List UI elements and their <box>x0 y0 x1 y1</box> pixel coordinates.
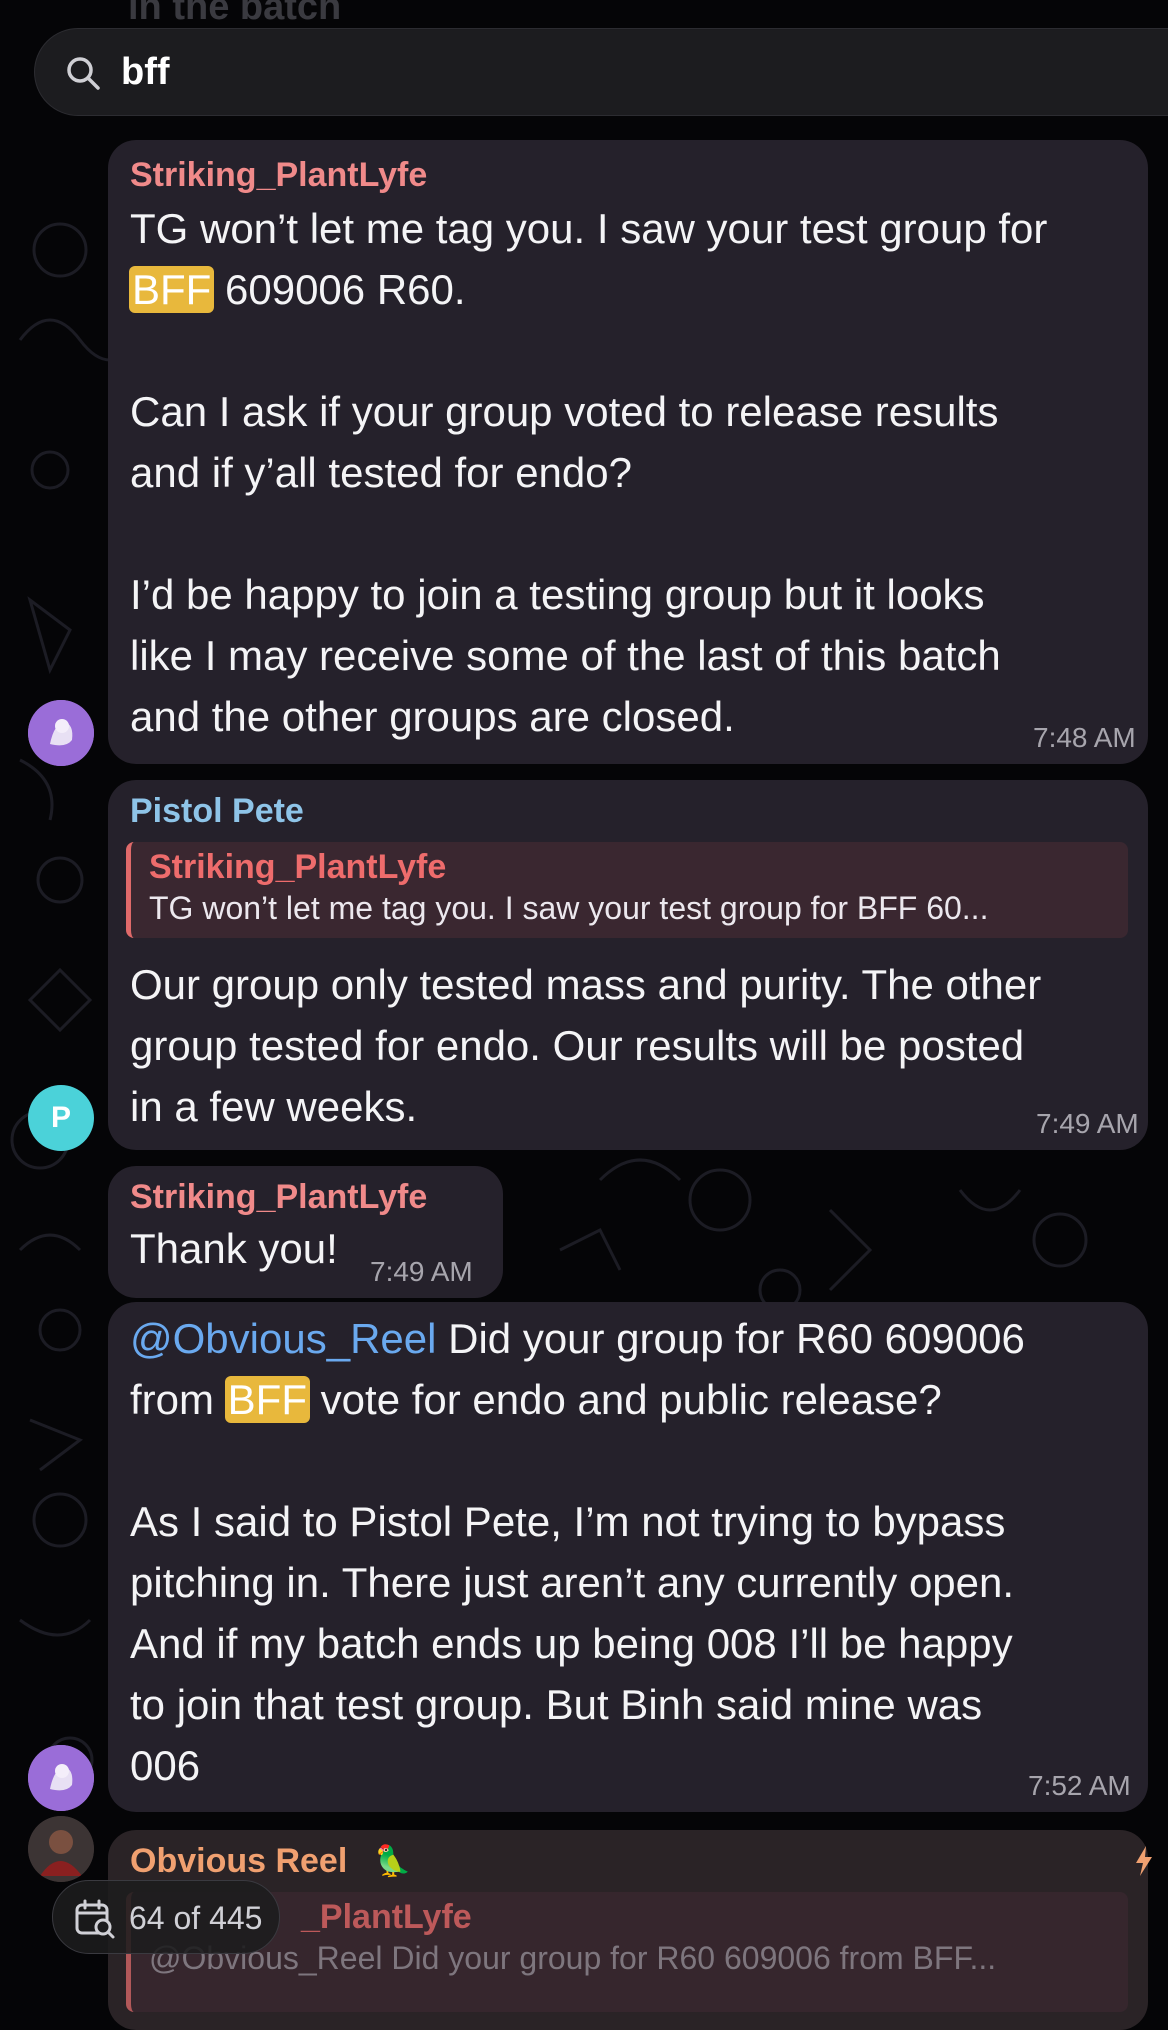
message-time: 7:48 AM <box>1033 722 1136 753</box>
message-line: Thank you! <box>130 1225 338 1272</box>
calendar-search-icon <box>75 1899 115 1939</box>
message-bubble[interactable]: Pistol Pete Striking_PlantLyfe TG won’t … <box>108 780 1148 1150</box>
message-line: Our group only tested mass and purity. T… <box>130 961 1042 1008</box>
message-line: and if y’all tested for endo? <box>130 449 632 496</box>
message-time: 7:52 AM <box>1028 1770 1131 1801</box>
reply-quote[interactable]: Striking_PlantLyfe TG won’t let me tag y… <box>126 842 1128 938</box>
message-sender[interactable]: Striking_PlantLyfe <box>130 156 427 195</box>
reply-sender: _PlantLyfe <box>301 1898 472 1936</box>
emoji-status-icon: 🦜 <box>374 1845 412 1878</box>
message-sender[interactable]: Obvious Reel <box>130 1842 347 1881</box>
message-line: And if my batch ends up being 008 I’ll b… <box>130 1620 1013 1667</box>
reply-sender: Striking_PlantLyfe <box>149 848 447 886</box>
previous-message-fragment: in the batch <box>128 0 342 28</box>
reply-text: TG won’t let me tag you. I saw your test… <box>149 890 989 926</box>
avatar-image-icon <box>28 1816 94 1882</box>
message-line: pitching in. There just aren’t any curre… <box>130 1559 1015 1606</box>
search-result-counter[interactable]: 64 of 445 <box>52 1880 280 1954</box>
search-highlight: BFF <box>224 1376 310 1423</box>
result-count-label: 64 of 445 <box>129 1900 263 1936</box>
message-line: 006 <box>130 1742 201 1789</box>
message-bubble[interactable]: Striking_PlantLyfe Thank you! 7:49 AM <box>108 1166 503 1298</box>
search-input[interactable]: bff <box>121 51 170 94</box>
message-line: Can I ask if your group voted to release… <box>130 388 999 435</box>
message-line: I’d be happy to join a testing group but… <box>130 571 985 618</box>
search-bar[interactable]: bff <box>34 28 1168 116</box>
message-line: As I said to Pistol Pete, I’m not trying… <box>130 1498 1006 1545</box>
lightning-icon <box>1136 1846 1152 1876</box>
message-line: to join that test group. But Binh said m… <box>130 1681 983 1728</box>
user-avatar[interactable]: P <box>28 1085 94 1151</box>
message-line: from BFF vote for endo and public releas… <box>130 1376 942 1423</box>
message-time: 7:49 AM <box>370 1256 473 1287</box>
avatar-letter: P <box>50 1101 71 1134</box>
message-line: TG won’t let me tag you. I saw your test… <box>130 205 1048 252</box>
message-line: like I may receive some of the last of t… <box>130 632 1001 679</box>
search-icon <box>67 57 100 90</box>
message-line: in a few weeks. <box>130 1083 418 1130</box>
message-time: 7:49 AM <box>1036 1108 1139 1139</box>
message-bubble[interactable]: @Obvious_Reel Did your group for R60 609… <box>108 1302 1148 1812</box>
message-sender[interactable]: Pistol Pete <box>130 792 304 831</box>
avatar-image-icon <box>28 700 94 766</box>
user-avatar[interactable] <box>28 700 94 766</box>
message-sender[interactable]: Striking_PlantLyfe <box>130 1178 427 1217</box>
message-line: and the other groups are closed. <box>130 693 735 740</box>
search-highlight: BFF <box>129 266 215 313</box>
user-avatar[interactable] <box>28 1816 94 1882</box>
avatar-image-icon <box>28 1745 94 1811</box>
message-line: BFF 609006 R60. <box>129 259 466 320</box>
reply-text: @Obvious_Reel Did your group for R60 609… <box>149 1940 997 1976</box>
message-line: group tested for endo. Our results will … <box>130 1022 1025 1069</box>
message-line: @Obvious_Reel Did your group for R60 609… <box>130 1315 1025 1362</box>
user-avatar[interactable] <box>28 1745 94 1811</box>
user-mention[interactable]: @Obvious_Reel <box>130 1315 436 1362</box>
message-bubble[interactable]: Striking_PlantLyfe TG won’t let me tag y… <box>108 140 1148 764</box>
